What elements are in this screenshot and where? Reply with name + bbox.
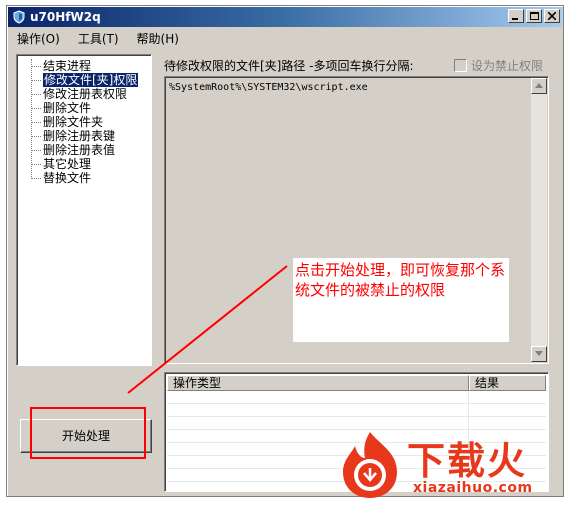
highlight-frame [30,407,146,459]
watermark: 下载火 xiazaihuo.com [335,428,567,502]
column-operation-type[interactable]: 操作类型 [167,375,469,391]
table-row [167,404,546,417]
watermark-brand: 下载火 [407,439,528,483]
table-header: 操作类型 结果 [167,375,546,391]
watermark-url: xiazaihuo.com [413,480,533,496]
table-row [167,391,546,404]
column-result[interactable]: 结果 [469,375,546,391]
flame-logo-icon [343,432,397,498]
